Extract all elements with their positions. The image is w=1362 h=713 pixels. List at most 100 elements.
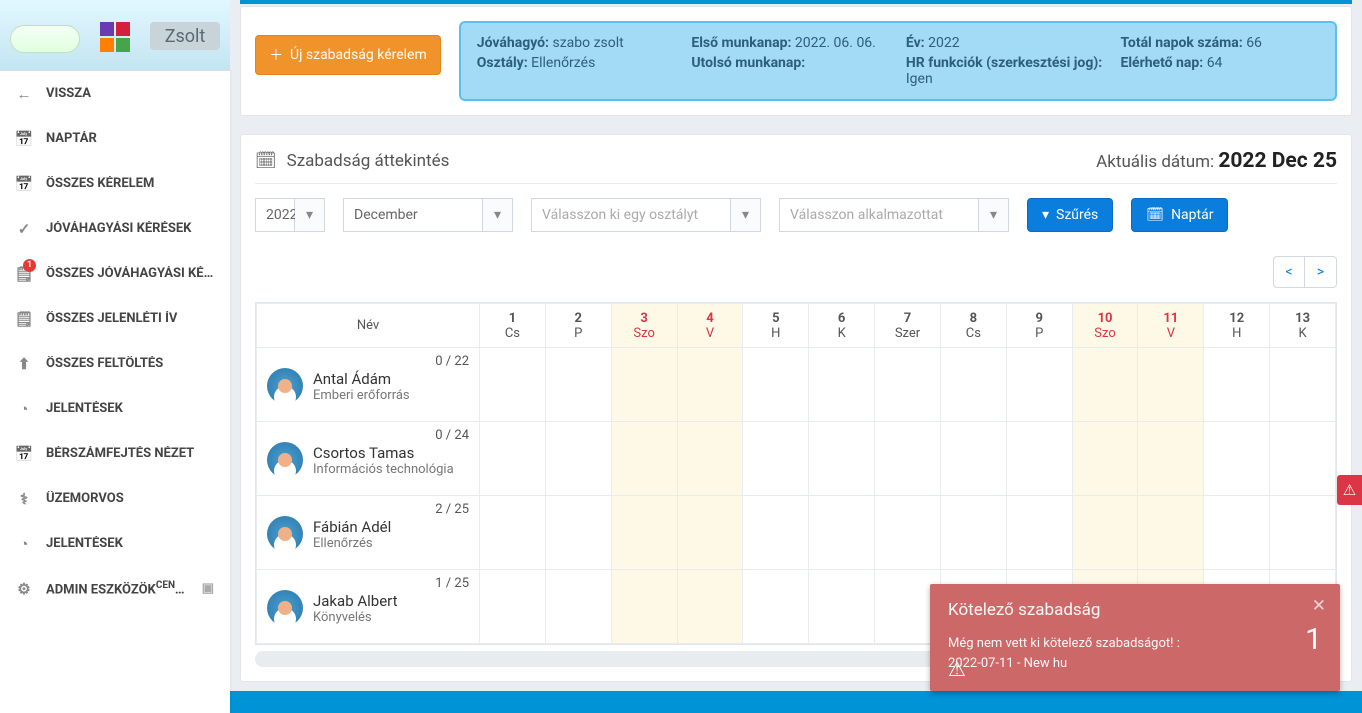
cell-day[interactable] [611,422,677,496]
chevron-down-icon[interactable]: ▾ [731,198,761,232]
gear-icon [16,580,32,598]
filter-button[interactable]: Szűrés [1027,198,1113,232]
toast-line1: Még nem vett ki kötelező szabadságot! : [948,634,1322,654]
expand-icon[interactable] [202,581,214,596]
cell-day[interactable] [677,570,743,644]
sidebar-item-label: ÖSSZES JELENLÉTI ÍV [46,311,214,326]
sidebar-item-6[interactable]: JELENTÉSEK [0,386,230,431]
cell-day[interactable] [1072,496,1138,570]
sidebar-item-2[interactable]: JÓVÁHAGYÁSI KÉRÉSEK [0,206,230,251]
cell-day[interactable] [1204,348,1270,422]
info-year-label: Év: [906,35,925,51]
clip-icon: 1 [16,265,32,283]
col-day: 5H [743,304,809,348]
cell-day[interactable] [677,496,743,570]
ratio: 2 / 25 [435,502,469,517]
cell-day[interactable] [1006,348,1072,422]
sidebar-item-label: ÖSSZES FELTÖLTÉS [46,356,214,371]
cell-day[interactable] [809,422,875,496]
sidebar-item-4[interactable]: ÖSSZES JELENLÉTI ÍV [0,296,230,341]
cell-day[interactable] [480,496,546,570]
cell-day[interactable] [480,570,546,644]
cell-day[interactable] [1270,422,1336,496]
sidebar-item-8[interactable]: ÜZEMORVOS [0,476,230,521]
chevron-down-icon[interactable]: ▾ [979,198,1009,232]
col-day: 6K [809,304,875,348]
new-request-button[interactable]: Új szabadság kérelem [255,35,441,75]
calendar-button[interactable]: Naptár [1131,198,1228,232]
calendar-button-label: Naptár [1171,207,1213,223]
cell-day[interactable] [480,422,546,496]
sidebar-back[interactable]: VISSZA [0,71,230,116]
col-day: 4V [677,304,743,348]
sidebar-item-5[interactable]: ÖSSZES FELTÖLTÉS [0,341,230,386]
sidebar-item-0[interactable]: NAPTÁR [0,116,230,161]
warning-icon [948,657,966,681]
warning-icon [1343,481,1356,499]
cell-day[interactable] [809,570,875,644]
cell-day[interactable] [1270,496,1336,570]
cell-day[interactable] [1072,422,1138,496]
cell-day[interactable] [875,348,941,422]
cell-day[interactable] [940,496,1006,570]
user-chip[interactable]: Zsolt [150,22,220,50]
footer-bar [230,691,1362,713]
cell-day[interactable] [809,348,875,422]
pager-prev[interactable]: < [1273,256,1305,288]
cell-day[interactable] [1138,348,1204,422]
app-squares-icon[interactable] [100,22,130,52]
avatar [267,368,303,404]
sidebar-item-9[interactable]: JELENTÉSEK [0,521,230,566]
info-firstday-value: 2022. 06. 06. [795,35,876,51]
cell-day[interactable] [1138,496,1204,570]
year-select[interactable]: 2022▾ [255,198,325,232]
plus-icon [269,45,283,65]
user-name: Zsolt [165,26,206,47]
cell-day[interactable] [545,496,611,570]
dept-select[interactable]: Válasszon ki egy osztályt▾ [531,198,761,232]
table-row: 2 / 25Fábián AdélEllenőrzés [257,496,1336,570]
cell-day[interactable] [875,496,941,570]
avatar [267,516,303,552]
cell-day[interactable] [743,348,809,422]
sidebar-item-1[interactable]: ÖSSZES KÉRELEM [0,161,230,206]
cell-day[interactable] [677,348,743,422]
cell-day[interactable] [545,422,611,496]
cell-day[interactable] [809,496,875,570]
cell-day[interactable] [1270,348,1336,422]
employee-select[interactable]: Válasszon alkalmazottat▾ [779,198,1009,232]
pager-next[interactable]: > [1305,256,1337,288]
badge-count: 1 [23,259,36,272]
sidebar-item-3[interactable]: 1ÖSSZES JÓVÁHAGYÁSI KÉRÉS [0,251,230,296]
toast-handle[interactable] [1337,475,1362,505]
employee-dept: Ellenőrzés [313,536,391,551]
cell-day[interactable] [545,570,611,644]
cell-day[interactable] [743,570,809,644]
sidebar-item-10[interactable]: ADMIN ESZKÖZÖKCENTER [0,566,230,611]
sidebar-item-label: BÉRSZÁMFEJTÉS NÉZET [46,446,214,461]
sidebar-item-7[interactable]: BÉRSZÁMFEJTÉS NÉZET [0,431,230,476]
cell-day[interactable] [940,422,1006,496]
cell-day[interactable] [1204,422,1270,496]
cell-day[interactable] [743,496,809,570]
cell-day[interactable] [875,422,941,496]
cell-day[interactable] [611,348,677,422]
cell-day[interactable] [940,348,1006,422]
cell-day[interactable] [480,348,546,422]
info-firstday-label: Első munkanap: [691,35,791,51]
year-select-value: 2022 [255,198,295,232]
overview-title-text: Szabadság áttekintés [287,151,450,171]
cell-day[interactable] [743,422,809,496]
cell-day[interactable] [677,422,743,496]
cell-day[interactable] [1204,496,1270,570]
chevron-down-icon[interactable]: ▾ [295,198,325,232]
cell-day[interactable] [1072,348,1138,422]
cell-day[interactable] [1138,422,1204,496]
cell-day[interactable] [545,348,611,422]
month-select[interactable]: December▾ [343,198,513,232]
cell-day[interactable] [611,496,677,570]
cell-day[interactable] [1006,422,1072,496]
chevron-down-icon[interactable]: ▾ [483,198,513,232]
cell-day[interactable] [611,570,677,644]
cell-day[interactable] [1006,496,1072,570]
